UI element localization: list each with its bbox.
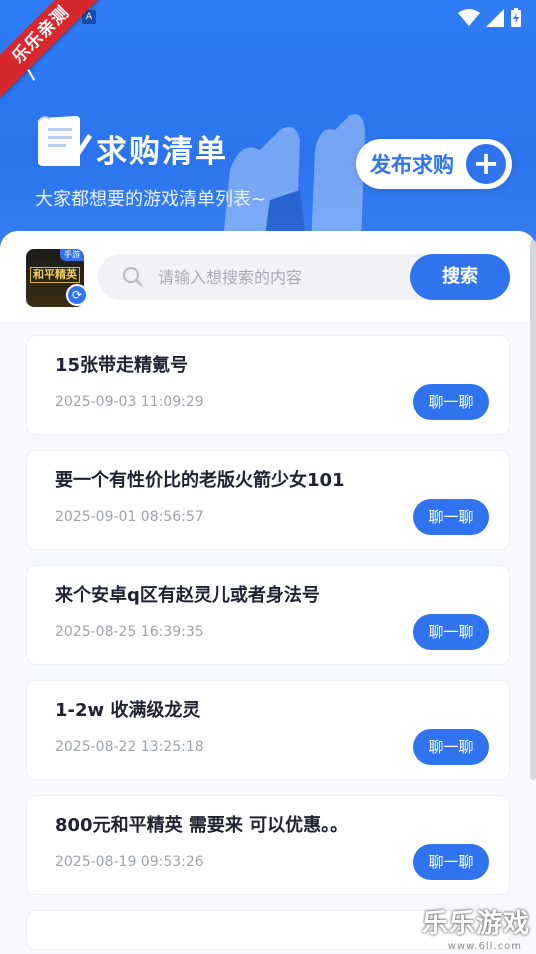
listing-title: 1-2w 收满级龙灵: [55, 700, 201, 721]
list-item[interactable]: 要一个有性价比的老版火箭少女101 2025-09-01 08:56:57 聊一…: [26, 450, 510, 550]
list-item[interactable]: 来个安卓q区有赵灵儿或者身法号 2025-08-25 16:39:35 聊一聊: [26, 565, 510, 665]
switch-game-icon[interactable]: ⟳: [66, 284, 88, 306]
chat-button[interactable]: 聊一聊: [413, 384, 489, 420]
watermark-url: www.6ll.com: [447, 941, 522, 952]
chat-button[interactable]: 聊一聊: [413, 729, 489, 765]
chat-button[interactable]: 聊一聊: [413, 614, 489, 650]
chat-button[interactable]: 聊一聊: [413, 844, 489, 880]
document-icon: [37, 116, 92, 166]
listing-time: 2025-08-19 09:53:26: [55, 854, 204, 870]
header-banner: A 求购清单 大家都想要的游戏清单列表~ 发布求购 +: [0, 0, 536, 270]
watermark-logo: 乐乐游戏: [421, 909, 530, 939]
publish-request-label: 发布求购: [370, 153, 454, 177]
list-item[interactable]: 15张带走精氪号 2025-09-03 11:09:29 聊一聊: [26, 335, 510, 435]
listing-title: 800元和平精英 需要来 可以优惠。。: [55, 815, 349, 836]
search-input[interactable]: [158, 260, 398, 294]
game-name: 和平精英: [30, 267, 80, 283]
page-subtitle: 大家都想要的游戏清单列表~: [35, 189, 267, 210]
listing-time: 2025-09-01 08:56:57: [55, 509, 204, 525]
game-tag: 手游: [60, 249, 84, 261]
search-button[interactable]: 搜索: [410, 254, 510, 300]
scrollbar[interactable]: [530, 240, 536, 780]
search-icon: [123, 267, 143, 287]
chat-button[interactable]: 聊一聊: [413, 499, 489, 535]
listing-title: 15张带走精氪号: [55, 355, 189, 376]
publish-request-button[interactable]: 发布求购 +: [356, 139, 512, 189]
list-item[interactable]: 1-2w 收满级龙灵 2025-08-22 13:25:18 聊一聊: [26, 680, 510, 780]
list-item[interactable]: 800元和平精英 需要来 可以优惠。。 2025-08-19 09:53:26 …: [26, 795, 510, 895]
plus-icon: +: [466, 144, 506, 184]
wifi-icon: [458, 9, 480, 26]
listing-time: 2025-08-22 13:25:18: [55, 739, 204, 755]
listing-time: 2025-08-25 16:39:35: [55, 624, 204, 640]
listing-title: 要一个有性价比的老版火箭少女101: [55, 470, 345, 491]
search-bar: 搜索: [98, 254, 510, 300]
signal-icon: [486, 9, 504, 27]
battery-icon: [511, 8, 521, 27]
page-title: 求购清单: [96, 134, 228, 170]
request-list: 15张带走精氪号 2025-09-03 11:09:29 聊一聊 要一个有性价比…: [26, 335, 510, 954]
listing-title: 来个安卓q区有赵灵儿或者身法号: [55, 585, 320, 606]
listing-time: 2025-09-03 11:09:29: [55, 394, 204, 410]
